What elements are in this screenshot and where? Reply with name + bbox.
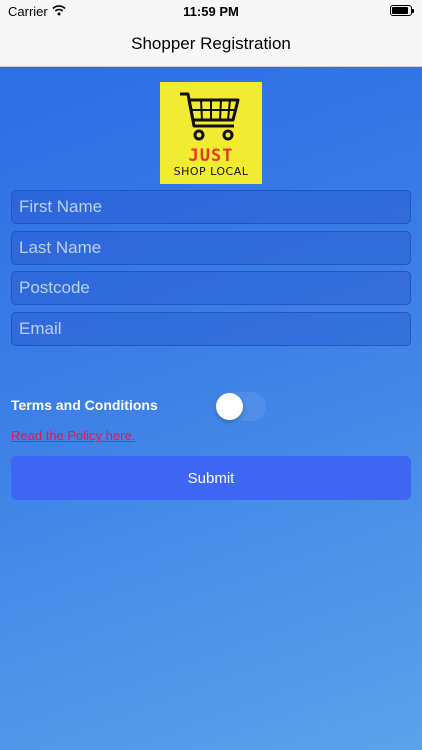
logo-text-just: JUST — [188, 146, 234, 166]
last-name-input[interactable] — [12, 232, 410, 264]
email-input[interactable] — [12, 313, 410, 345]
status-bar: Carrier 11:59 PM — [0, 0, 422, 22]
terms-toggle[interactable] — [215, 392, 266, 421]
page-title: Shopper Registration — [131, 34, 291, 53]
shopping-cart-icon — [180, 92, 240, 141]
last-name-field[interactable] — [11, 231, 411, 265]
postcode-field[interactable] — [11, 271, 411, 305]
email-field[interactable] — [11, 312, 411, 346]
submit-button[interactable]: Submit — [11, 456, 411, 500]
status-time: 11:59 PM — [183, 4, 239, 19]
terms-label: Terms and Conditions — [11, 397, 158, 413]
just-shop-local-logo: JUST SHOP LOCAL — [160, 82, 262, 184]
battery-icon — [390, 5, 414, 16]
first-name-input[interactable] — [12, 191, 410, 223]
first-name-field[interactable] — [11, 190, 411, 224]
toggle-knob — [216, 393, 243, 420]
navigation-bar: Shopper Registration — [0, 22, 422, 67]
policy-link[interactable]: Read the Policy here. — [11, 428, 135, 443]
postcode-input[interactable] — [12, 272, 410, 304]
logo-text-shop-local: SHOP LOCAL — [173, 165, 249, 178]
